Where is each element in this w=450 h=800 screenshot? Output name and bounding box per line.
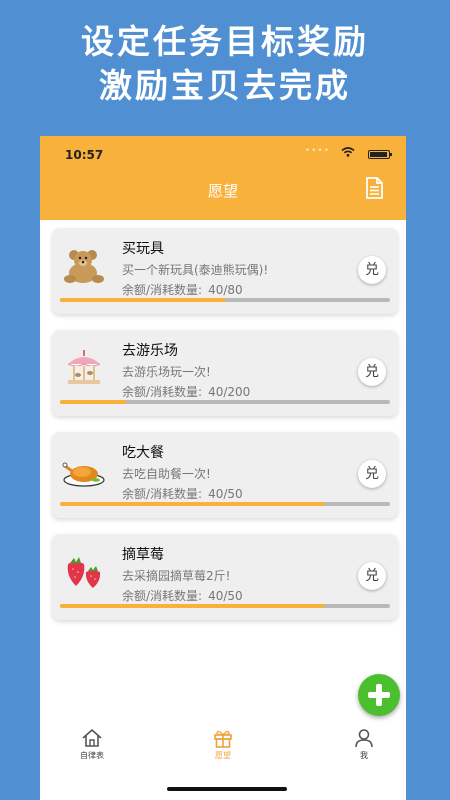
wish-card[interactable]: 去游乐场 去游乐场玩一次! 余额/消耗数量: 40/200 兑: [52, 330, 398, 416]
signal-icon: ••••: [304, 146, 330, 156]
wish-description: 买一个新玩具(泰迪熊玩偶)!: [122, 263, 269, 277]
home-indicator: [167, 787, 287, 791]
progress-bar: [60, 298, 390, 302]
wish-description: 去游乐场玩一次!: [122, 365, 211, 379]
wish-title: 买玩具: [122, 241, 164, 257]
tab-me[interactable]: 我: [334, 728, 394, 761]
wish-description: 去吃自助餐一次!: [122, 467, 211, 481]
wish-balance: 余额/消耗数量: 40/50: [122, 485, 249, 502]
balance-value: 40/200: [208, 385, 251, 399]
status-time: 10:57: [65, 148, 104, 162]
progress-bar: [60, 502, 390, 506]
wish-title: 去游乐场: [122, 343, 178, 359]
progress-bar: [60, 604, 390, 608]
teddy-bear-icon: [64, 250, 104, 283]
promo-line-1: 设定任务目标奖励: [81, 22, 369, 61]
wifi-icon: [341, 147, 355, 157]
tab-wish[interactable]: 愿望: [193, 728, 253, 761]
gift-icon: [214, 730, 232, 748]
roast-chicken-icon: [62, 462, 105, 487]
page-title: 愿望: [207, 182, 238, 200]
strawberry-icon: [67, 557, 101, 588]
balance-label: 余额/消耗数量:: [122, 487, 203, 501]
redeem-button[interactable]: 兑: [358, 358, 386, 386]
balance-value: 40/50: [208, 589, 243, 603]
progress-bar: [60, 400, 390, 404]
add-wish-button[interactable]: [358, 674, 400, 716]
balance-label: 余额/消耗数量:: [122, 385, 203, 399]
tab-bar: 自律表 愿望 我: [40, 720, 406, 776]
home-icon: [82, 729, 102, 747]
promo-line-2: 激励宝贝去完成: [99, 66, 351, 105]
redeem-button[interactable]: 兑: [358, 460, 386, 488]
document-icon[interactable]: [362, 176, 386, 200]
wish-list: 买玩具 买一个新玩具(泰迪熊玩偶)! 余额/消耗数量: 40/80 兑 去游乐场 …: [52, 228, 398, 636]
carousel-icon: [67, 350, 101, 384]
phone-screen: 10:57 •••• 愿望 买玩具 买一个新玩具(泰迪熊玩偶)! 余额/消耗数量…: [40, 136, 406, 800]
balance-value: 40/80: [208, 283, 243, 297]
balance-value: 40/50: [208, 487, 243, 501]
progress-fill: [60, 604, 324, 608]
promo-headline: 设定任务目标奖励 激励宝贝去完成: [0, 20, 450, 108]
tab-label: 愿望: [215, 751, 231, 760]
progress-fill: [60, 502, 324, 506]
tab-self-discipline[interactable]: 自律表: [62, 728, 122, 761]
redeem-button[interactable]: 兑: [358, 562, 386, 590]
balance-label: 余额/消耗数量:: [122, 589, 203, 603]
battery-icon: [368, 150, 392, 159]
wish-balance: 余额/消耗数量: 40/80: [122, 281, 249, 298]
progress-fill: [60, 400, 126, 404]
wish-balance: 余额/消耗数量: 40/200: [122, 383, 256, 400]
wish-balance: 余额/消耗数量: 40/50: [122, 587, 249, 604]
user-icon: [355, 729, 373, 748]
wish-title: 吃大餐: [122, 445, 164, 461]
nav-bar: 10:57 •••• 愿望: [40, 136, 406, 220]
wish-title: 摘草莓: [122, 547, 164, 563]
wish-card[interactable]: 吃大餐 去吃自助餐一次! 余额/消耗数量: 40/50 兑: [52, 432, 398, 518]
wish-description: 去采摘园摘草莓2斤!: [122, 569, 231, 583]
wish-card[interactable]: 摘草莓 去采摘园摘草莓2斤! 余额/消耗数量: 40/50 兑: [52, 534, 398, 620]
tab-label: 我: [360, 751, 368, 760]
tab-label: 自律表: [80, 751, 104, 760]
redeem-button[interactable]: 兑: [358, 256, 386, 284]
balance-label: 余额/消耗数量:: [122, 283, 203, 297]
wish-card[interactable]: 买玩具 买一个新玩具(泰迪熊玩偶)! 余额/消耗数量: 40/80 兑: [52, 228, 398, 314]
progress-fill: [60, 298, 225, 302]
